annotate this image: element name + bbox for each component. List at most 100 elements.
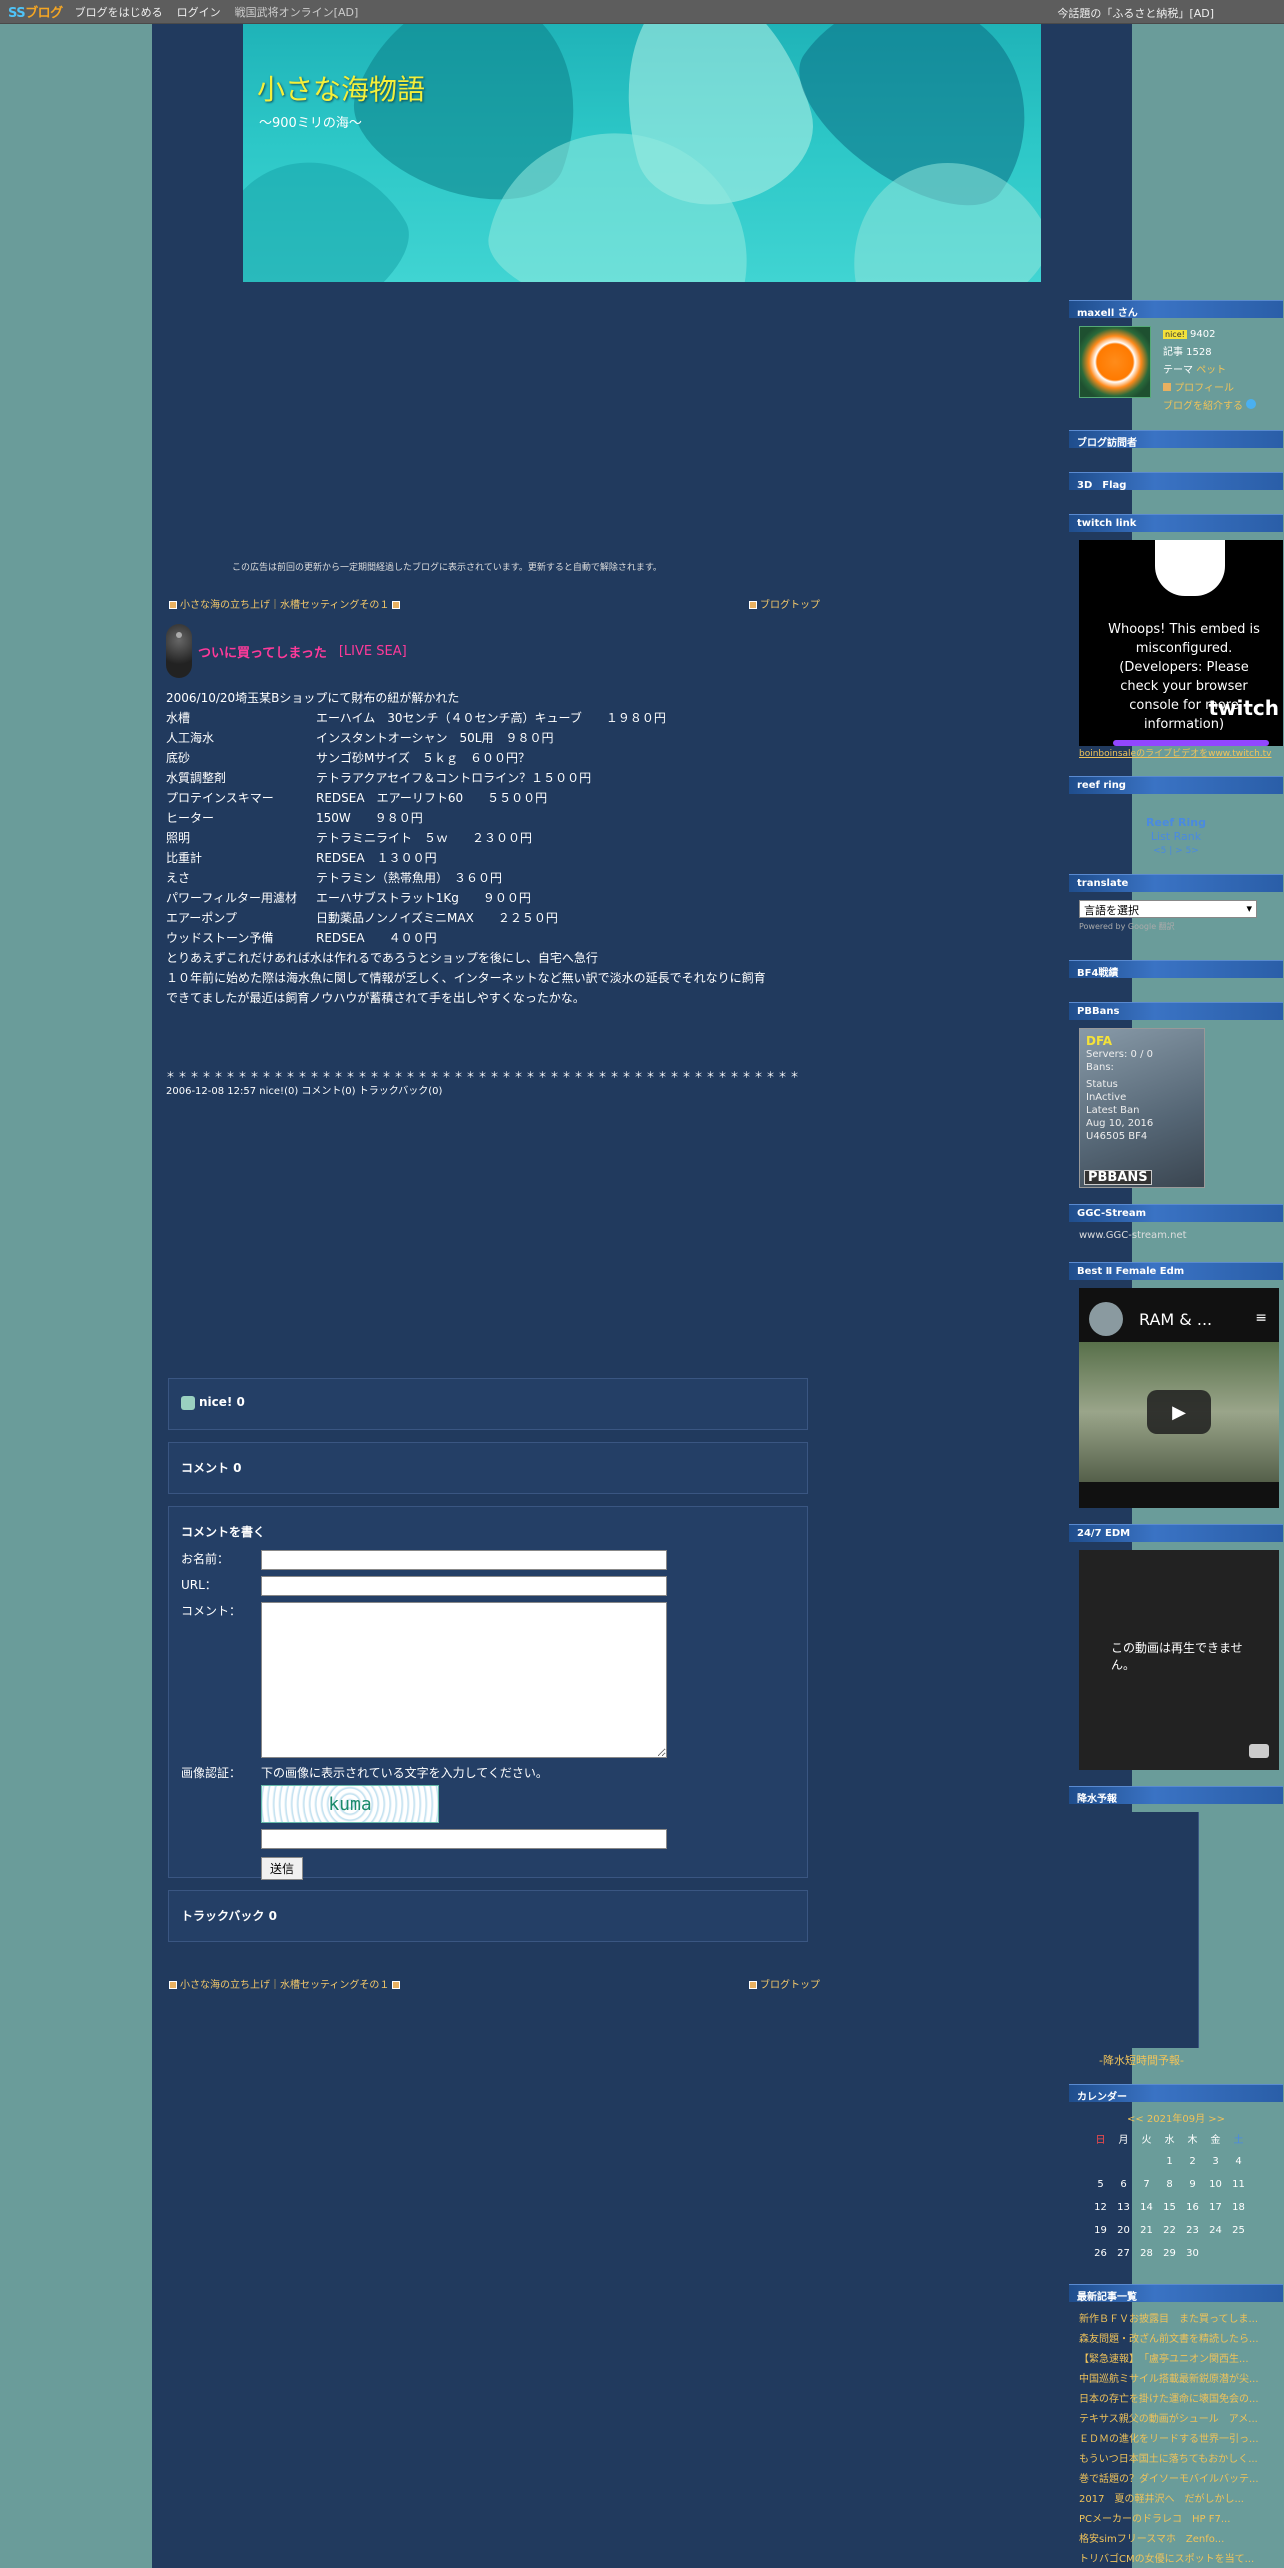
calendar-day[interactable]: 29 <box>1158 2242 1181 2265</box>
calendar-day[interactable]: 7 <box>1135 2173 1158 2196</box>
list-rank-link[interactable]: List Rank <box>1069 830 1283 844</box>
reef-ring-link[interactable]: Reef Ring <box>1069 816 1283 830</box>
article-meta[interactable]: 2006-12-08 12:57 nice!(0) コメント(0) トラックバッ… <box>166 1082 442 1097</box>
avatar[interactable] <box>1079 326 1151 398</box>
calendar-day[interactable]: 13 <box>1112 2196 1135 2219</box>
avatar <box>1089 1302 1123 1336</box>
youtube-embed[interactable]: RAM & ... ≡ ▶ <box>1079 1288 1279 1508</box>
twitch-embed[interactable]: Whoops! This embed is misconfigured. (De… <box>1079 540 1283 746</box>
captcha-label: 画像認証： <box>181 1766 242 1780</box>
recent-post-link[interactable]: 巻で話題の？ダイソーモバイルバッテ... <box>1079 2470 1283 2490</box>
calendar-day[interactable]: 18 <box>1227 2196 1250 2219</box>
help-icon[interactable] <box>1246 399 1257 409</box>
calendar-day[interactable]: 27 <box>1112 2242 1135 2265</box>
calendar-nav[interactable]: << 2021年09月 >> <box>1069 2110 1283 2125</box>
captcha-input[interactable] <box>261 1829 667 1849</box>
site-logo[interactable]: SSブログ <box>8 2 63 21</box>
article-category[interactable]: [LIVE SEA] <box>339 644 407 659</box>
recent-post-link[interactable]: 2017 夏の軽井沢へ だがしかし... <box>1079 2490 1283 2510</box>
profile-link[interactable]: プロフィール <box>1163 383 1234 394</box>
share-link[interactable]: ブログを紹介する <box>1163 401 1243 412</box>
submit-button[interactable]: 送信 <box>261 1857 304 1880</box>
recent-post-link[interactable]: テキサス親父の動画がシュール アメ... <box>1079 2410 1283 2430</box>
recent-post-link[interactable]: 格安simフリースマホ Zenfo... <box>1079 2530 1283 2550</box>
nice-icon[interactable] <box>181 1395 195 1410</box>
ad-link-left[interactable]: 戦国武将オンライン[AD] <box>235 4 359 20</box>
recent-post-link[interactable]: 新作ＢＦＶお披露目 また買ってしま... <box>1079 2310 1283 2330</box>
calendar-day[interactable]: 1 <box>1158 2150 1181 2173</box>
recent-post-link[interactable]: 中国巡航ミサイル搭載最新鋭原潜が尖... <box>1079 2370 1283 2390</box>
profile-header[interactable]: maxell さん <box>1069 300 1283 319</box>
calendar-day[interactable]: 8 <box>1158 2173 1181 2196</box>
pbbans-banner[interactable]: DFA Servers: 0 / 0 Bans: Status InActive… <box>1079 1028 1205 1188</box>
comment-textarea[interactable] <box>261 1602 667 1758</box>
arrow-icon <box>1163 383 1171 391</box>
calendar-day[interactable]: 28 <box>1135 2242 1158 2265</box>
calendar-day[interactable]: 23 <box>1181 2219 1204 2242</box>
calendar-day[interactable]: 25 <box>1227 2219 1250 2242</box>
nice-count: nice! 0 <box>199 1395 245 1409</box>
article-title[interactable]: ついに買ってしまった <box>198 642 327 661</box>
article-body: 2006/10/20埼玉某Bショップにて財布の紐が解かれた 水槽 エーハイム 30… <box>166 688 826 1008</box>
calendar-day[interactable]: 12 <box>1089 2196 1112 2219</box>
calendar-day[interactable]: 14 <box>1135 2196 1158 2219</box>
weekday-label: 月 <box>1118 2135 1129 2146</box>
reef-nav-links[interactable]: <5 | > 5> <box>1069 844 1283 858</box>
video-unavailable-embed[interactable]: この動画は再生できません。 <box>1079 1550 1279 1770</box>
calendar-day[interactable]: 3 <box>1204 2150 1227 2173</box>
language-select[interactable]: 言語を選択 ▾ <box>1079 900 1257 918</box>
start-blog-link[interactable]: ブログをはじめる <box>75 4 163 20</box>
calendar-day[interactable]: 22 <box>1158 2219 1181 2242</box>
recent-post-link[interactable]: トリバゴCMの女優にスポットを当て... <box>1079 2550 1283 2568</box>
calendar-day[interactable]: 9 <box>1181 2173 1204 2196</box>
recent-post-link[interactable]: 【緊急速報】 「盧亭ユニオン関西生... <box>1079 2350 1283 2370</box>
url-input[interactable] <box>261 1576 667 1596</box>
login-link[interactable]: ログイン <box>177 4 221 20</box>
translate-widget: translate 言語を選択 ▾ Powered by Google 翻訳 <box>1069 874 1283 932</box>
blog-title[interactable]: 小さな海物語 <box>257 68 425 108</box>
recent-post-link[interactable]: ＥＤＭの進化をリードする世界一引っ... <box>1079 2430 1283 2450</box>
calendar-day[interactable]: 6 <box>1112 2173 1135 2196</box>
blog-top-link[interactable]: ブログトップ <box>746 1976 820 1991</box>
name-input[interactable] <box>261 1550 667 1570</box>
arrow-icon <box>169 601 177 609</box>
calendar-day[interactable]: 11 <box>1227 2173 1250 2196</box>
calendar-day[interactable]: 19 <box>1089 2219 1112 2242</box>
calendar-day[interactable]: 5 <box>1089 2173 1112 2196</box>
recent-post-link[interactable]: もういつ日本国土に落ちてもおかしく... <box>1079 2450 1283 2470</box>
calendar-day[interactable]: 30 <box>1181 2242 1204 2265</box>
recent-post-link[interactable]: PCメーカーのドラレコ HP F7... <box>1079 2510 1283 2530</box>
calendar-day[interactable]: 21 <box>1135 2219 1158 2242</box>
calendar-day[interactable]: 2 <box>1181 2150 1204 2173</box>
calendar-day[interactable]: 24 <box>1204 2219 1227 2242</box>
prev-article-link[interactable]: 小さな海の立ち上げ｜水槽セッティングその１ <box>166 596 403 611</box>
article-nav-top: 小さな海の立ち上げ｜水槽セッティングその１ ブログトップ <box>166 596 820 611</box>
article-outro: とりあえずこれだけあれば水は作れるであろうとショップを後にし、自宅へ急行 １０年前… <box>166 948 826 1008</box>
visitors-widget: ブログ訪問者 <box>1069 430 1283 456</box>
item-row: 人工海水 インスタントオーシャン 50L用 ９８０円 <box>166 728 826 748</box>
calendar-day[interactable]: 17 <box>1204 2196 1227 2219</box>
header-banner[interactable]: 小さな海物語 ～900ミリの海～ <box>243 24 1041 282</box>
ad-link-right[interactable]: 今話題の「ふるさと納税」[AD] <box>1057 5 1214 21</box>
calendar-day[interactable]: 10 <box>1204 2173 1227 2196</box>
calendar-day[interactable]: 20 <box>1112 2219 1135 2242</box>
main-wrapper: 小さな海物語 ～900ミリの海～ この広告は前回の更新から一定期間経過したブログ… <box>152 24 1283 2568</box>
item-row: 底砂 サンゴ砂Mサイズ ５ｋｇ ６００円？ <box>166 748 826 768</box>
calendar-day[interactable]: 4 <box>1227 2150 1250 2173</box>
playlist-icon[interactable]: ≡ <box>1255 1310 1267 1326</box>
calendar-day[interactable]: 15 <box>1158 2196 1181 2219</box>
weekday-label: 金 <box>1210 2135 1221 2146</box>
calendar-day[interactable]: 26 <box>1089 2242 1112 2265</box>
calendar-day[interactable]: 16 <box>1181 2196 1204 2219</box>
rain-map[interactable] <box>1079 1812 1199 2048</box>
recent-post-link[interactable]: 森友問題・改ざん前文書を精読したら... <box>1079 2330 1283 2350</box>
blog-top-link[interactable]: ブログトップ <box>746 596 820 611</box>
play-icon[interactable]: ▶ <box>1147 1390 1211 1434</box>
twitch-caption-link[interactable]: boinboinsaleのライブビデオをwww.twitch.tv <box>1079 746 1283 759</box>
theme-link[interactable]: ペット <box>1196 365 1226 376</box>
rain-forecast-link[interactable]: -降水短時間予報- <box>1099 2052 1283 2068</box>
ggc-link[interactable]: www.GGC-stream.net <box>1079 1230 1283 1241</box>
prev-article-link[interactable]: 小さな海の立ち上げ｜水槽セッティングその１ <box>166 1976 403 1991</box>
recent-post-link[interactable]: 日本の存亡を掛けた運命に壊国免会の... <box>1079 2390 1283 2410</box>
item-value: エーハサブストラット1Kg ９００円 <box>316 891 531 905</box>
